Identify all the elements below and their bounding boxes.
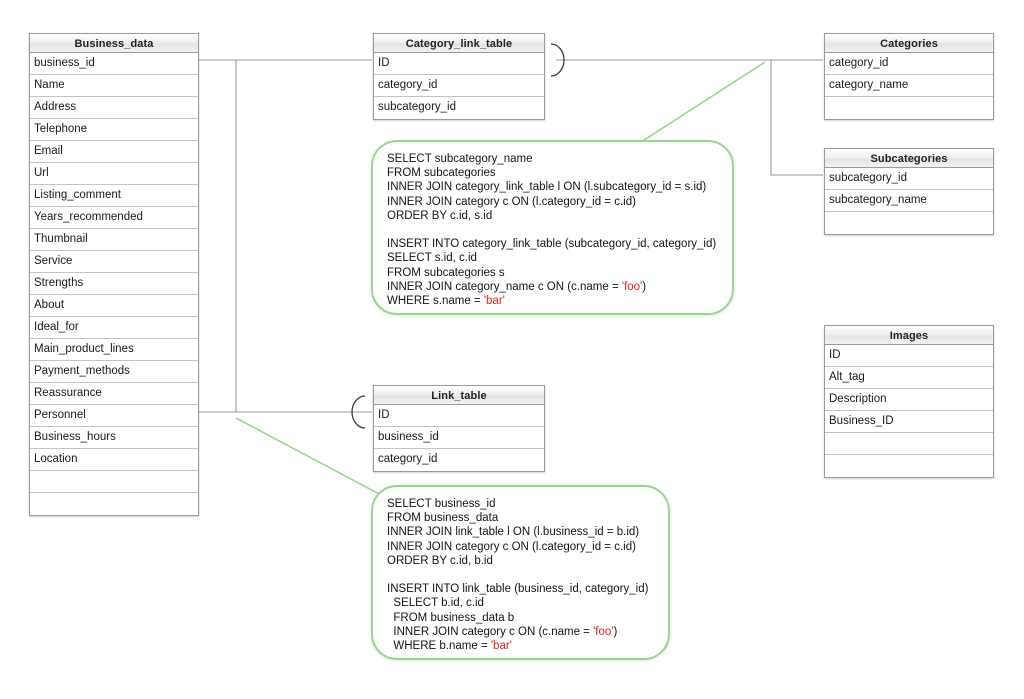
field-row[interactable]: Description [825,389,993,411]
field-row[interactable]: Address [30,97,198,119]
sql-line: INNER JOIN category_link_table l ON (l.s… [387,181,707,194]
field-row[interactable]: Thumbnail [30,229,198,251]
sql-line: FROM subcategories s [387,266,505,279]
field-row[interactable]: category_name [825,75,993,97]
field-row[interactable]: Telephone [30,119,198,141]
field-row[interactable]: ID [374,405,544,427]
sql-paren: ) [642,280,647,293]
sql-line: ORDER BY c.id, s.id [387,209,493,222]
field-row[interactable]: Ideal_for [30,317,198,339]
field-row[interactable]: ID [374,53,544,75]
field-row[interactable]: Personnel [30,405,198,427]
sql-note-category-link-text: SELECT subcategory_name FROM subcategori… [387,152,718,308]
field-row[interactable]: Name [30,75,198,97]
field-row[interactable]: subcategory_id [825,168,993,190]
sql-line: INSERT INTO link_table (business_id, cat… [387,583,649,596]
field-row[interactable]: About [30,295,198,317]
entity-header-categories: Categories [825,34,993,53]
sql-line: INNER JOIN category c ON (l.category_id … [387,195,636,208]
sql-line: WHERE b.name = [387,640,491,653]
sql-line: FROM business_data b [387,611,515,624]
field-row[interactable]: Email [30,141,198,163]
sql-line: WHERE s.name = [387,295,484,308]
field-row[interactable]: Url [30,163,198,185]
field-row[interactable]: Business_hours [30,427,198,449]
field-row[interactable]: Location [30,449,198,471]
field-row-empty[interactable] [30,471,198,493]
sql-line: INNER JOIN category_name c ON (c.name = [387,280,622,293]
sql-note-business-link-text: SELECT business_id FROM business_data IN… [387,497,654,653]
field-row[interactable]: business_id [30,53,198,75]
field-row[interactable]: Strengths [30,273,198,295]
relationship-arc-categorylink [550,43,565,77]
sql-literal-foo: 'foo' [593,625,614,638]
field-row[interactable]: Listing_comment [30,185,198,207]
leader-line-category-note [637,61,766,145]
sql-note-business-link[interactable]: SELECT business_id FROM business_data IN… [371,485,670,660]
field-row[interactable]: Business_ID [825,411,993,433]
sql-paren: ) [613,625,618,638]
sql-note-category-link[interactable]: SELECT subcategory_name FROM subcategori… [371,140,734,315]
diagram-canvas: Business_data business_id Name Address T… [0,0,1024,699]
field-row[interactable]: Reassurance [30,383,198,405]
sql-line: ORDER BY c.id, b.id [387,554,493,567]
sql-line: SELECT business_id [387,498,496,510]
connector-categorylink-to-subcategories [770,60,823,176]
field-row[interactable]: ID [825,345,993,367]
entity-header-subcategories: Subcategories [825,149,993,168]
relationship-arc-linktable [351,395,366,429]
entity-link-table[interactable]: Link_table ID business_id category_id [373,385,545,472]
field-row-empty[interactable] [30,493,198,515]
entity-business-data[interactable]: Business_data business_id Name Address T… [29,33,199,516]
sql-line: SELECT subcategory_name [387,153,533,165]
field-row[interactable]: subcategory_id [374,97,544,119]
field-row[interactable]: Years_recommended [30,207,198,229]
entity-header-business-data: Business_data [30,34,198,53]
sql-line: FROM business_data [387,512,499,525]
field-row-empty[interactable] [825,212,993,234]
sql-line: INNER JOIN category c ON (l.category_id … [387,540,636,553]
field-row-empty[interactable] [825,97,993,119]
entity-header-images: Images [825,326,993,345]
entity-images[interactable]: Images ID Alt_tag Description Business_I… [824,325,994,478]
entity-category-link-table[interactable]: Category_link_table ID category_id subca… [373,33,545,120]
leader-line-business-note [235,417,384,497]
field-row-empty[interactable] [825,455,993,477]
field-row[interactable]: category_id [374,449,544,471]
sql-line: SELECT s.id, c.id [387,252,477,265]
entity-categories[interactable]: Categories category_id category_name [824,33,994,120]
field-row[interactable]: category_id [374,75,544,97]
field-row[interactable]: subcategory_name [825,190,993,212]
field-row[interactable]: category_id [825,53,993,75]
field-row[interactable]: Alt_tag [825,367,993,389]
sql-line: FROM subcategories [387,167,496,180]
entity-header-link-table: Link_table [374,386,544,405]
sql-line: INSERT INTO category_link_table (subcate… [387,238,717,251]
field-row[interactable]: Payment_methods [30,361,198,383]
sql-line: INNER JOIN link_table l ON (l.business_i… [387,526,640,539]
sql-line: INNER JOIN category c ON (c.name = [387,625,594,638]
entity-subcategories[interactable]: Subcategories subcategory_id subcategory… [824,148,994,235]
entity-header-category-link-table: Category_link_table [374,34,544,53]
field-row[interactable]: Main_product_lines [30,339,198,361]
sql-literal-bar: 'bar' [490,640,512,653]
field-row[interactable]: business_id [374,427,544,449]
sql-literal-bar: 'bar' [483,295,505,308]
sql-line: SELECT b.id, c.id [387,597,484,610]
field-row-empty[interactable] [825,433,993,455]
sql-literal-foo: 'foo' [621,280,643,293]
field-row[interactable]: Service [30,251,198,273]
